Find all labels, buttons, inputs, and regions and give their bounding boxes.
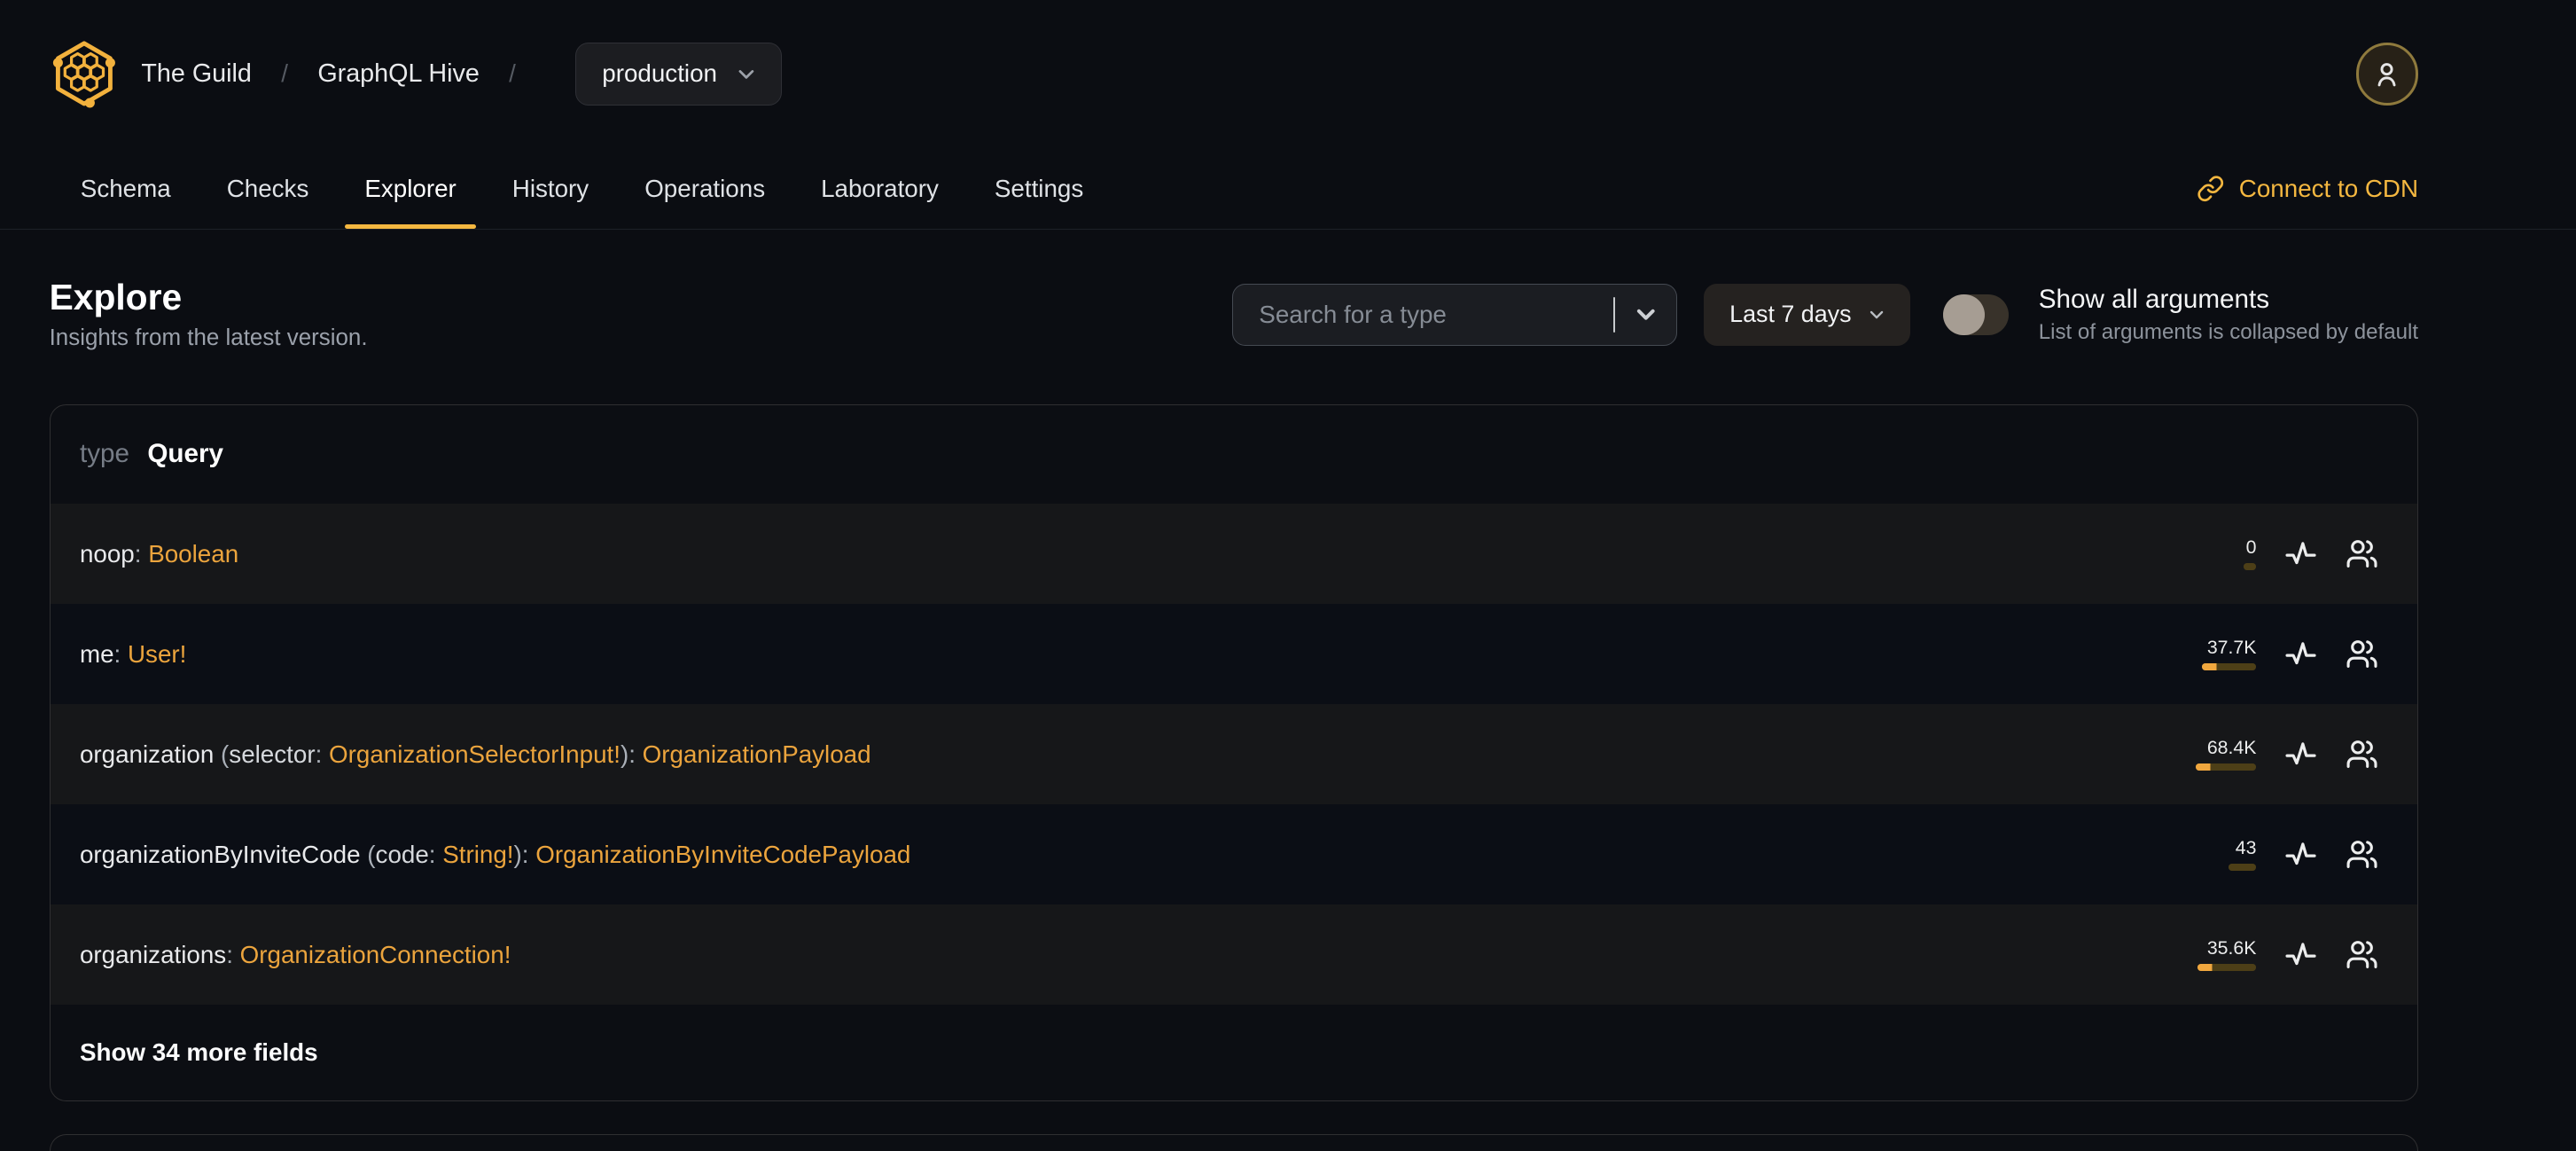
field-row[interactable]: me: User! 37.7K (50, 604, 2418, 705)
tab-laboratory[interactable]: Laboratory (794, 148, 964, 230)
requests-count: 68.4K (2206, 736, 2257, 758)
type-kind-label: type (79, 439, 129, 469)
next-type-card-stub (49, 1133, 2419, 1151)
requests-bar (2228, 864, 2257, 871)
field-stats: 0 (2138, 536, 2378, 570)
breadcrumb: The Guild / GraphQL Hive / production (141, 43, 783, 106)
activity-icon[interactable] (2284, 838, 2317, 871)
breadcrumb-project-link[interactable]: GraphQL Hive (317, 59, 480, 89)
requests-stat: 37.7K (2138, 636, 2257, 670)
field-row[interactable]: noop: Boolean 0 (50, 504, 2418, 605)
requests-bar (2243, 563, 2257, 570)
requests-stat: 68.4K (2138, 736, 2257, 771)
tab-schema[interactable]: Schema (54, 148, 197, 230)
type-search-combobox[interactable] (1231, 283, 1677, 347)
tab-settings[interactable]: Settings (968, 148, 1110, 230)
chevron-down-icon (738, 69, 753, 79)
chevron-down-icon (1870, 310, 1884, 319)
requests-bar (2202, 663, 2257, 670)
type-card-header: type Query (51, 405, 2417, 504)
users-icon[interactable] (2346, 638, 2378, 670)
target-selector-dropdown[interactable]: production (574, 43, 783, 106)
requests-stat: 43 (2138, 836, 2257, 871)
requests-bar (2195, 763, 2257, 771)
users-icon[interactable] (2346, 938, 2378, 971)
requests-bar (2197, 964, 2257, 971)
breadcrumb-org-link[interactable]: The Guild (141, 59, 252, 89)
link-icon (2197, 176, 2223, 201)
field-signature: organization (selector: OrganizationSele… (79, 740, 871, 768)
field-signature: noop: Boolean (79, 539, 239, 568)
activity-icon[interactable] (2284, 738, 2317, 771)
type-card-query: type Query noop: Boolean 0 me: User! 37.… (49, 403, 2419, 1101)
tab-navigation: Schema Checks Explorer History Operations Lab… (0, 148, 2576, 231)
requests-stat: 35.6K (2138, 936, 2257, 971)
field-signature: organizations: OrganizationConnection! (79, 940, 511, 968)
tab-explorer[interactable]: Explorer (339, 148, 483, 231)
users-icon[interactable] (2346, 738, 2378, 771)
date-range-dropdown[interactable]: Last 7 days (1703, 283, 1911, 347)
search-divider (1612, 296, 1616, 333)
field-stats: 37.7K (2138, 636, 2378, 670)
toggle-label: Show all arguments (2038, 285, 2270, 315)
field-signature: organizationByInviteCode (code: String!)… (79, 840, 911, 868)
activity-icon[interactable] (2284, 537, 2317, 570)
breadcrumb-separator: / (281, 59, 288, 88)
date-range-value: Last 7 days (1729, 301, 1852, 328)
connect-to-cdn-label: Connect to CDN (2238, 174, 2419, 202)
toggle-knob (1943, 294, 1985, 336)
type-search-input[interactable] (1255, 299, 1597, 331)
user-icon (2377, 62, 2396, 87)
requests-stat: 0 (2138, 536, 2257, 570)
chevron-down-icon[interactable] (1632, 301, 1660, 329)
field-row[interactable]: organizationByInviteCode (code: String!)… (50, 804, 2418, 905)
show-more-fields-button[interactable]: Show 34 more fields (51, 1005, 2417, 1100)
connect-to-cdn-button[interactable]: Connect to CDN (2197, 175, 2418, 203)
toggle-sublabel: List of arguments is collapsed by defaul… (2038, 319, 2419, 344)
show-all-arguments-toggle[interactable] (1943, 294, 2010, 336)
breadcrumb-separator: / (509, 59, 516, 88)
user-avatar-button[interactable] (2355, 43, 2419, 106)
target-selector-value: production (602, 59, 717, 88)
field-row[interactable]: organizations: OrganizationConnection! 3… (50, 904, 2418, 1006)
activity-icon[interactable] (2284, 638, 2317, 670)
explorer-controls: Last 7 days Show all arguments List of a… (1231, 283, 2419, 347)
requests-count: 43 (2235, 836, 2257, 858)
app-window: The Guild / GraphQL Hive / production Sc… (0, 0, 2576, 1151)
field-stats: 35.6K (2138, 938, 2378, 971)
requests-count: 0 (2245, 536, 2257, 558)
activity-icon[interactable] (2284, 938, 2317, 971)
field-row[interactable]: organization (selector: OrganizationSele… (50, 704, 2418, 805)
tab-operations[interactable]: Operations (619, 148, 792, 230)
page-head: Explore Insights from the latest version… (0, 230, 2576, 349)
hive-logo-icon[interactable] (50, 39, 119, 108)
field-stats: 43 (2138, 838, 2378, 871)
tab-history[interactable]: History (486, 148, 615, 230)
requests-count: 35.6K (2206, 936, 2257, 959)
users-icon[interactable] (2346, 838, 2378, 871)
type-name: Query (147, 439, 224, 469)
field-signature: me: User! (79, 639, 187, 668)
page-subtitle: Insights from the latest version. (49, 325, 368, 350)
users-icon[interactable] (2346, 537, 2378, 570)
requests-count: 37.7K (2206, 636, 2257, 658)
show-more-fields-label: Show 34 more fields (79, 1038, 318, 1067)
page-title: Explore (49, 277, 183, 318)
top-header: The Guild / GraphQL Hive / production (0, 0, 2576, 148)
field-stats: 68.4K (2138, 736, 2378, 771)
tab-checks[interactable]: Checks (200, 148, 335, 230)
